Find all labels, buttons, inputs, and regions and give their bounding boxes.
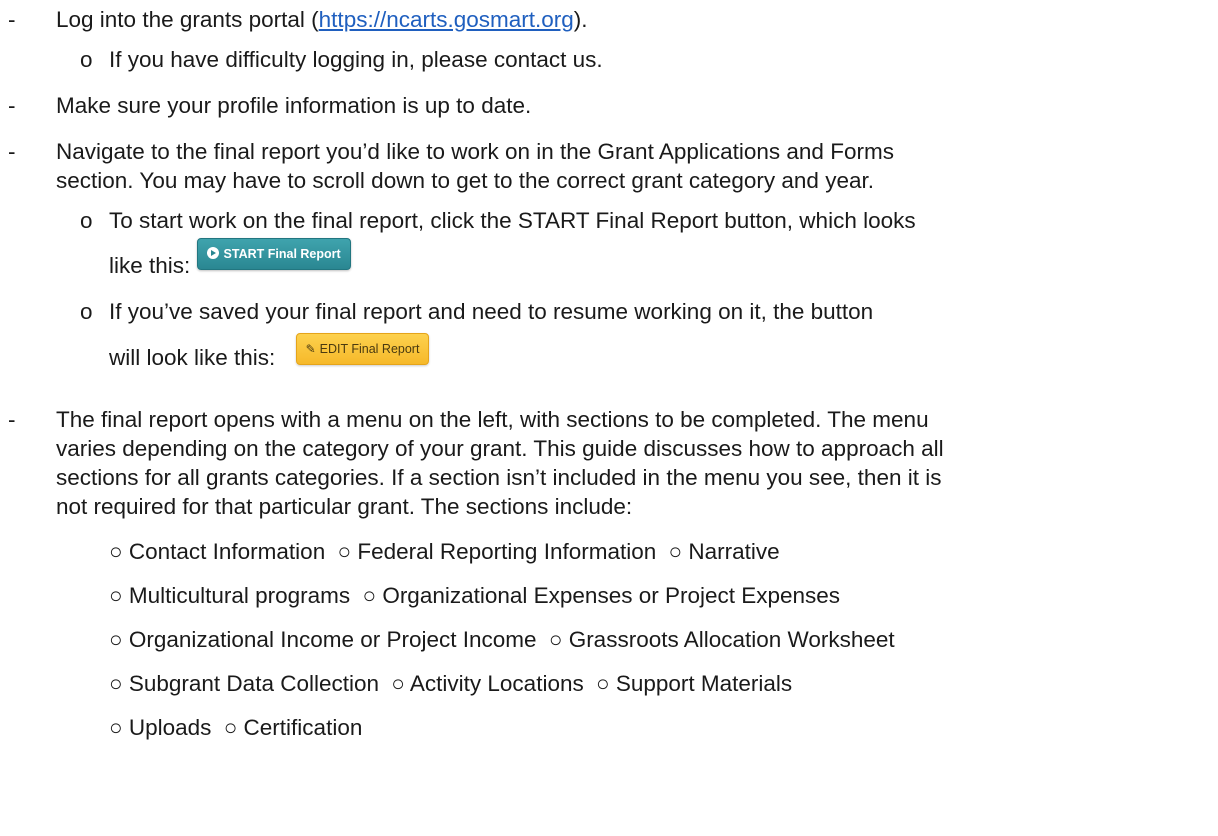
sections-row-4: ○ Subgrant Data Collection ○ Activity Lo… bbox=[109, 668, 798, 700]
section-item: ○ Multicultural programs bbox=[109, 583, 351, 608]
section-item: ○ Federal Reporting Information bbox=[337, 539, 657, 564]
circle-bullet: o bbox=[80, 208, 93, 233]
step-login: Log into the grants portal (https://ncar… bbox=[56, 7, 588, 32]
section-item: ○ Organizational Expenses or Project Exp… bbox=[362, 583, 841, 608]
step-profile: Make sure your profile information is up… bbox=[56, 93, 532, 118]
step-resume-line2: will look like this: ✎ EDIT Final Report bbox=[109, 333, 430, 375]
section-item: ○ Contact Information bbox=[109, 539, 326, 564]
dash-bullet: - bbox=[8, 407, 16, 432]
play-circle-icon bbox=[206, 247, 219, 260]
start-final-report-button[interactable]: START Final Report bbox=[196, 238, 351, 271]
sections-row-1: ○ Contact Information ○ Federal Reportin… bbox=[109, 536, 786, 568]
step-start-line2: like this: START Final Report bbox=[109, 238, 351, 283]
step-navigate-line2: section. You may have to scroll down to … bbox=[56, 168, 874, 193]
sections-row-2: ○ Multicultural programs ○ Organizationa… bbox=[109, 580, 846, 612]
step-start-line1: To start work on the final report, click… bbox=[109, 208, 916, 233]
step-login-help: If you have difficulty logging in, pleas… bbox=[109, 47, 603, 72]
edit-final-report-button[interactable]: ✎ EDIT Final Report bbox=[295, 333, 430, 366]
circle-bullet: o bbox=[80, 47, 93, 72]
section-item: ○ Support Materials bbox=[595, 671, 793, 696]
grants-portal-link[interactable]: https://ncarts.gosmart.org bbox=[319, 7, 574, 32]
sections-row-5: ○ Uploads ○ Certification bbox=[109, 712, 368, 744]
document-page: - Log into the grants portal (https://nc… bbox=[0, 0, 1218, 836]
step-resume-line1: If you’ve saved your final report and ne… bbox=[109, 299, 874, 324]
section-item: ○ Organizational Income or Project Incom… bbox=[109, 627, 537, 652]
step-menu-line3: sections for all grants categories. If a… bbox=[56, 465, 942, 490]
dash-bullet: - bbox=[8, 7, 16, 32]
circle-bullet: o bbox=[80, 299, 93, 324]
sections-row-3: ○ Organizational Income or Project Incom… bbox=[109, 624, 901, 656]
section-item: ○ Narrative bbox=[668, 539, 780, 564]
step-navigate-line1: Navigate to the final report you’d like … bbox=[56, 139, 894, 164]
section-item: ○ Grassroots Allocation Worksheet bbox=[548, 627, 895, 652]
section-item: ○ Certification bbox=[223, 715, 363, 740]
step-menu-line2: varies depending on the category of your… bbox=[56, 436, 944, 461]
section-item: ○ Uploads bbox=[109, 715, 212, 740]
step-menu-line4: not required for that particular grant. … bbox=[56, 494, 633, 519]
section-item: ○ Activity Locations bbox=[391, 671, 584, 696]
pencil-square-icon: ✎ bbox=[305, 342, 316, 357]
section-item: ○ Subgrant Data Collection bbox=[109, 671, 380, 696]
step-menu-line1: The final report opens with a menu on th… bbox=[56, 407, 929, 432]
dash-bullet: - bbox=[8, 139, 16, 164]
dash-bullet: - bbox=[8, 93, 16, 118]
